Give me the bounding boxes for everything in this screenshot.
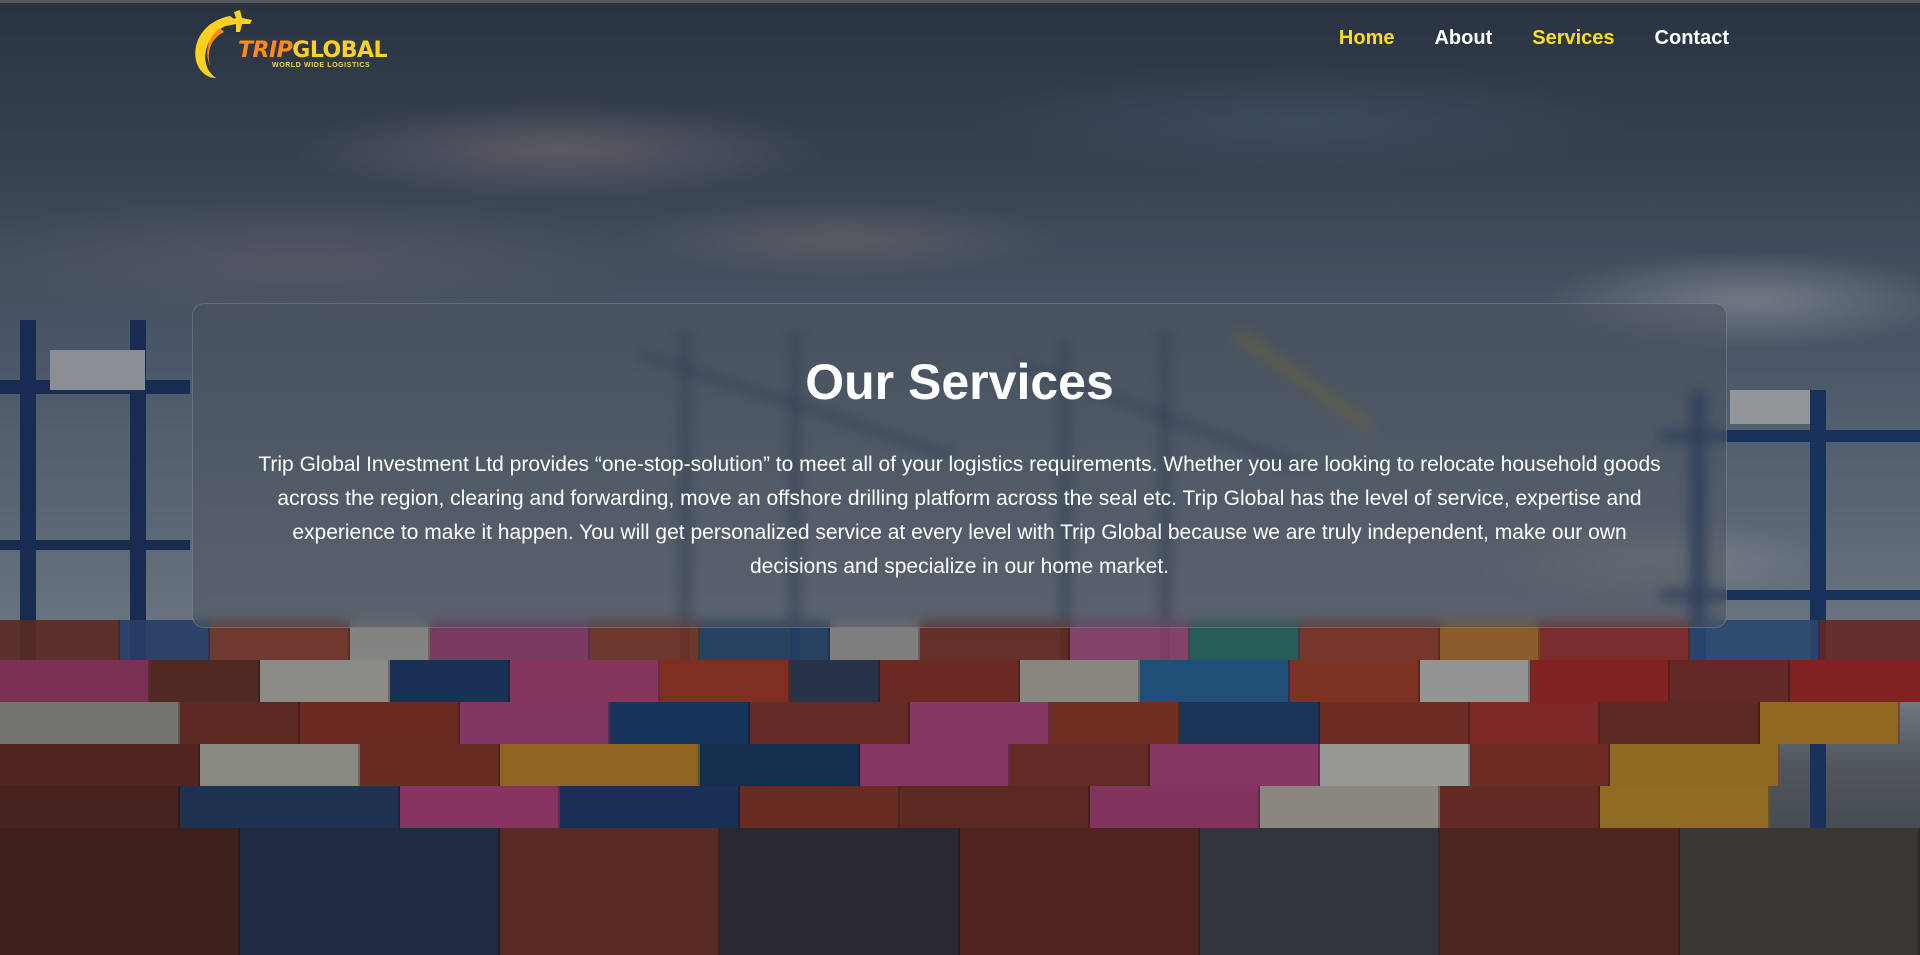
logo-wordmark: TRIPGLOBAL — [238, 38, 388, 63]
site-header: TRIPGLOBAL WORLD WIDE LOGISTICS Home Abo… — [0, 0, 1920, 90]
nav-about[interactable]: About — [1434, 26, 1492, 50]
nav-services[interactable]: Services — [1532, 26, 1614, 50]
services-description: Trip Global Investment Ltd provides “one… — [258, 453, 1661, 578]
page-title: Our Services — [805, 354, 1114, 410]
nav-contact[interactable]: Contact — [1655, 26, 1729, 50]
trip-global-logo[interactable]: TRIPGLOBAL WORLD WIDE LOGISTICS — [190, 4, 390, 82]
logo-tagline: WORLD WIDE LOGISTICS — [272, 62, 371, 69]
main-nav: Home About Services Contact — [1299, 26, 1729, 50]
nav-home[interactable]: Home — [1339, 26, 1395, 50]
services-panel: Our Services Trip Global Investment Ltd … — [192, 303, 1727, 628]
browser-edge — [0, 0, 1920, 3]
